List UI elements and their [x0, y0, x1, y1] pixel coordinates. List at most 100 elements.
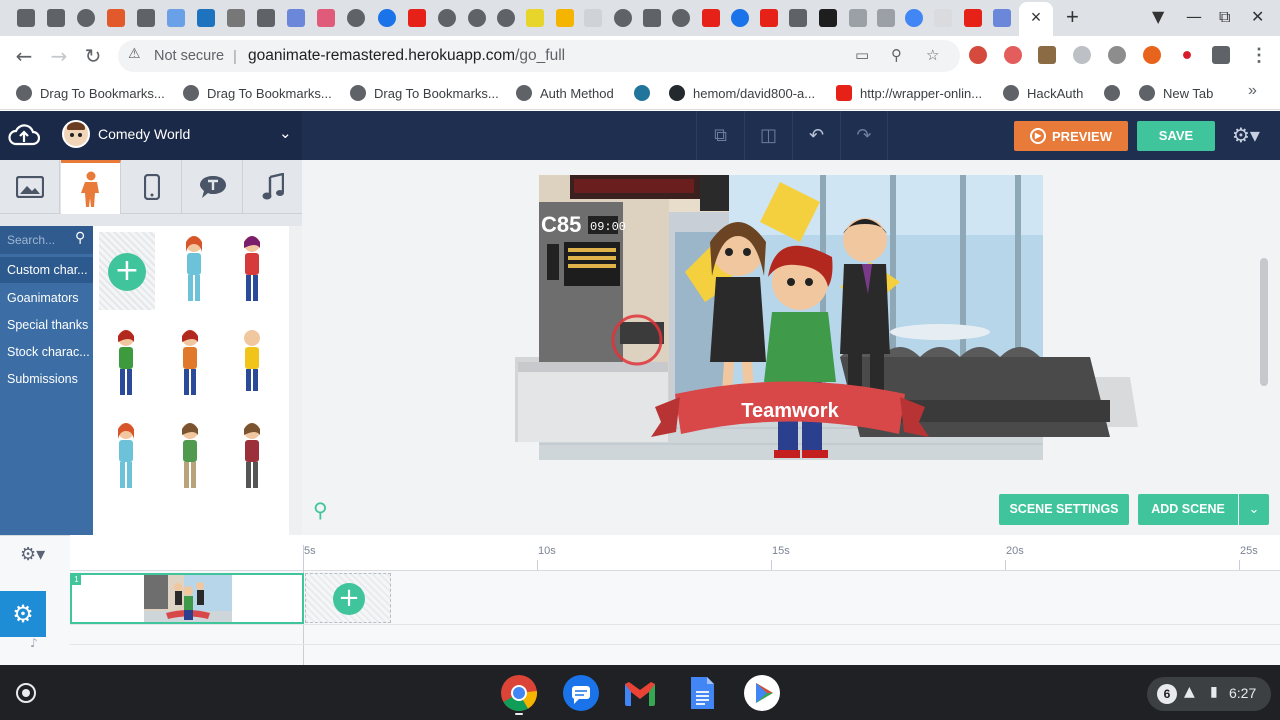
tab-favicon-app[interactable]: [556, 9, 574, 27]
tab-favicon-app[interactable]: [227, 9, 245, 27]
scene-settings-gear-icon[interactable]: ⚙: [0, 591, 46, 637]
tab-favicon-app[interactable]: [317, 9, 335, 27]
profile-menu-icon[interactable]: ▼: [1152, 7, 1164, 27]
category-special-thanks[interactable]: Special thanks: [7, 318, 89, 332]
scene-settings-button[interactable]: SCENE SETTINGS: [999, 494, 1129, 525]
tab-favicon-app[interactable]: [167, 9, 185, 27]
character-grid-scrollbar[interactable]: [289, 226, 302, 535]
tab-favicon-settings[interactable]: [378, 9, 396, 27]
tab-favicon-globe[interactable]: [672, 9, 690, 27]
forward-arrow-icon[interactable]: →: [47, 44, 71, 68]
window-close-icon[interactable]: ✕: [1251, 7, 1264, 27]
bookmark-item[interactable]: [634, 83, 658, 103]
character-thumbnail[interactable]: [232, 419, 272, 495]
tab-favicon-roblox[interactable]: [47, 9, 65, 27]
project-title[interactable]: Comedy World: [98, 126, 190, 142]
tab-favicon-roblox[interactable]: [17, 9, 35, 27]
install-app-icon[interactable]: ▭: [855, 46, 869, 64]
tab-characters[interactable]: [61, 160, 121, 214]
search-icon[interactable]: ⚲: [75, 230, 85, 246]
zoom-in-icon[interactable]: ⚲: [313, 498, 328, 522]
messages-icon[interactable]: [562, 674, 600, 712]
tab-favicon-app[interactable]: [526, 9, 544, 27]
scene-stage[interactable]: C85 09:00 Teamwork: [510, 172, 1150, 472]
undo-icon[interactable]: ↶: [792, 111, 840, 160]
gmail-icon[interactable]: [621, 674, 659, 712]
tab-favicon-roblox[interactable]: [137, 9, 155, 27]
tab-favicon-youtube[interactable]: [964, 9, 982, 27]
chrome-icon[interactable]: [500, 674, 538, 712]
tab-favicon-settings[interactable]: [731, 9, 749, 27]
url-text[interactable]: goanimate-remastered.herokuapp.com/go_fu…: [248, 47, 565, 65]
launcher-icon[interactable]: [16, 683, 36, 703]
bookmark-star-icon[interactable]: ☆: [926, 46, 939, 64]
bookmark-item[interactable]: New Tab: [1139, 83, 1213, 103]
tab-favicon-roblox[interactable]: [643, 9, 661, 27]
add-scene-dropdown-icon[interactable]: ⌄: [1239, 494, 1269, 525]
extension-icon[interactable]: [1073, 46, 1091, 64]
bookmark-item[interactable]: hemom/david800-a...: [669, 83, 815, 103]
tab-props[interactable]: [122, 160, 182, 214]
tab-favicon-app[interactable]: [993, 9, 1011, 27]
extension-icon[interactable]: [1038, 46, 1056, 64]
timeline-ruler[interactable]: [70, 535, 1280, 571]
tab-text[interactable]: [183, 160, 243, 214]
tab-sounds[interactable]: [244, 160, 302, 214]
character-thumbnail[interactable]: [170, 326, 210, 402]
tab-favicon-globe[interactable]: [347, 9, 365, 27]
character-thumbnail[interactable]: [174, 232, 214, 308]
restore-icon[interactable]: ⧉: [1219, 7, 1230, 27]
scene-thumbnail[interactable]: 1: [70, 573, 304, 624]
tab-favicon-app[interactable]: [849, 9, 867, 27]
bookmarks-overflow-icon[interactable]: »: [1248, 82, 1257, 100]
tab-favicon-app[interactable]: [584, 9, 602, 27]
tab-favicon-youtube[interactable]: [702, 9, 720, 27]
minimize-icon[interactable]: —: [1186, 7, 1202, 27]
tab-favicon-roblox[interactable]: [257, 9, 275, 27]
add-character-button[interactable]: +: [99, 232, 155, 310]
preview-button[interactable]: ▶ PREVIEW: [1014, 121, 1128, 151]
paste-icon[interactable]: ◫: [744, 111, 792, 160]
extensions-puzzle-icon[interactable]: [1212, 46, 1230, 64]
back-arrow-icon[interactable]: ←: [12, 44, 36, 68]
tab-favicon-youtube[interactable]: [408, 9, 426, 27]
omnibox[interactable]: ⚠ Not secure | goanimate-remastered.hero…: [118, 40, 960, 72]
tab-favicon-globe[interactable]: [77, 9, 95, 27]
category-goanimators[interactable]: Goanimators: [7, 291, 89, 305]
tab-favicon-globe[interactable]: [497, 9, 515, 27]
character-thumbnail[interactable]: [232, 232, 272, 308]
settings-gear-icon[interactable]: ⚙▾: [1232, 123, 1260, 147]
character-thumbnail[interactable]: [170, 419, 210, 495]
tab-favicon-globe[interactable]: [468, 9, 486, 27]
tab-favicon-app[interactable]: [197, 9, 215, 27]
bookmark-item[interactable]: Drag To Bookmarks...: [183, 83, 332, 103]
cloud-upload-icon[interactable]: [8, 122, 40, 148]
tab-close-icon[interactable]: ×: [1026, 7, 1046, 27]
redo-icon[interactable]: ↷: [840, 111, 888, 160]
character-thumbnail[interactable]: [106, 326, 146, 402]
category-stock[interactable]: Stock charac...: [7, 345, 89, 359]
tab-favicon-app[interactable]: [287, 9, 305, 27]
bookmark-item[interactable]: Auth Method: [516, 83, 614, 103]
extension-icon[interactable]: [969, 46, 987, 64]
reload-icon[interactable]: ↻: [81, 44, 105, 68]
bookmark-item[interactable]: Drag To Bookmarks...: [16, 83, 165, 103]
extension-icon[interactable]: [1143, 46, 1161, 64]
asset-search-input[interactable]: Search... ⚲: [0, 226, 93, 254]
tab-backgrounds[interactable]: [0, 160, 60, 214]
extension-icon[interactable]: [1004, 46, 1022, 64]
extension-icon[interactable]: [1108, 46, 1126, 64]
category-custom[interactable]: Custom char...: [0, 257, 93, 283]
bookmark-item[interactable]: HackAuth: [1003, 83, 1083, 103]
docs-icon[interactable]: [683, 674, 721, 712]
tab-favicon-app[interactable]: [877, 9, 895, 27]
category-submissions[interactable]: Submissions: [7, 372, 89, 386]
tab-favicon-google[interactable]: [905, 9, 923, 27]
bookmark-item[interactable]: http://wrapper-onlin...: [836, 83, 982, 103]
copy-icon[interactable]: ⧉: [696, 111, 744, 160]
tab-favicon-roblox[interactable]: [789, 9, 807, 27]
bookmark-item[interactable]: Drag To Bookmarks...: [350, 83, 499, 103]
timeline-settings-icon[interactable]: ⚙▾: [20, 544, 45, 565]
tab-favicon-globe[interactable]: [438, 9, 456, 27]
chevron-down-icon[interactable]: ⌄: [279, 124, 292, 142]
